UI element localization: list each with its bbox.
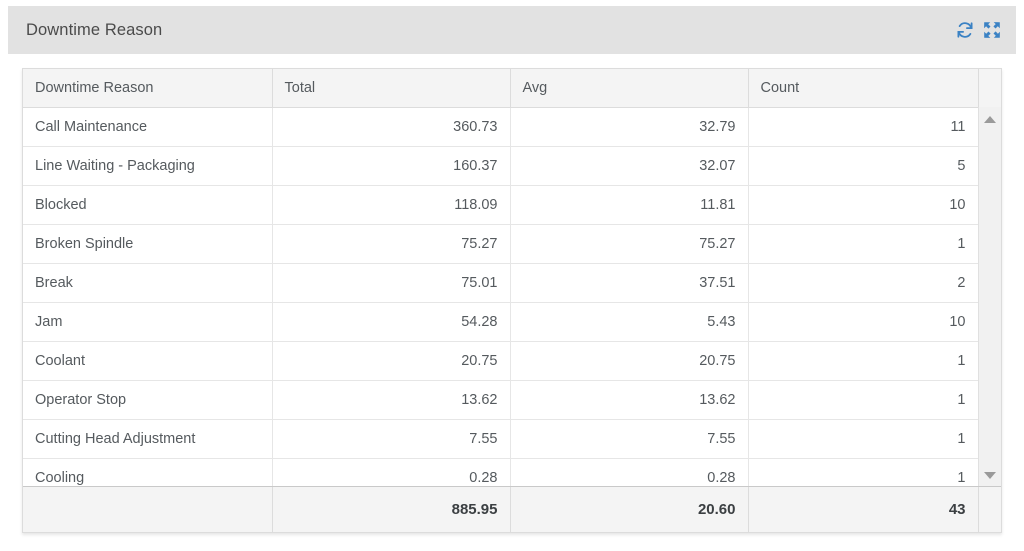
column-header-gutter bbox=[978, 69, 1001, 107]
cell-reason: Line Waiting - Packaging bbox=[23, 146, 272, 185]
table-row[interactable]: Broken Spindle75.2775.271 bbox=[23, 224, 1001, 263]
table-header-row: Downtime Reason Total Avg Count bbox=[23, 69, 1001, 107]
vertical-scrollbar[interactable] bbox=[978, 107, 1001, 487]
cell-total: 75.01 bbox=[272, 263, 510, 302]
panel-header: Downtime Reason bbox=[8, 6, 1016, 54]
cell-total: 20.75 bbox=[272, 341, 510, 380]
cell-reason: Break bbox=[23, 263, 272, 302]
scroll-up-arrow-icon[interactable] bbox=[979, 111, 1001, 127]
totals-gutter-cell bbox=[978, 487, 1001, 532]
cell-total: 54.28 bbox=[272, 302, 510, 341]
totals-row: 885.95 20.60 43 bbox=[23, 487, 1001, 532]
cell-reason: Coolant bbox=[23, 341, 272, 380]
total-sum-cell: 885.95 bbox=[272, 487, 510, 532]
table-row[interactable]: Cutting Head Adjustment7.557.551 bbox=[23, 419, 1001, 458]
table-row[interactable]: Jam54.285.4310 bbox=[23, 302, 1001, 341]
cell-avg: 20.75 bbox=[510, 341, 748, 380]
column-header-total[interactable]: Total bbox=[272, 69, 510, 107]
downtime-grid: Downtime Reason Total Avg Count Call Mai… bbox=[23, 69, 1001, 532]
cell-avg: 75.27 bbox=[510, 224, 748, 263]
table-row[interactable]: Coolant20.7520.751 bbox=[23, 341, 1001, 380]
cell-reason: Call Maintenance bbox=[23, 107, 272, 146]
cell-count: 10 bbox=[748, 302, 978, 341]
cell-total: 75.27 bbox=[272, 224, 510, 263]
page-title: Downtime Reason bbox=[26, 21, 162, 40]
table-row[interactable]: Call Maintenance360.7332.7911 bbox=[23, 107, 1001, 146]
scroll-down-arrow-icon[interactable] bbox=[979, 467, 1001, 483]
cell-avg: 37.51 bbox=[510, 263, 748, 302]
column-header-count[interactable]: Count bbox=[748, 69, 978, 107]
column-header-avg[interactable]: Avg bbox=[510, 69, 748, 107]
refresh-icon[interactable] bbox=[955, 20, 975, 40]
cell-reason: Operator Stop bbox=[23, 380, 272, 419]
cell-total: 118.09 bbox=[272, 185, 510, 224]
column-header-reason[interactable]: Downtime Reason bbox=[23, 69, 272, 107]
cell-count: 5 bbox=[748, 146, 978, 185]
cell-avg: 32.79 bbox=[510, 107, 748, 146]
cell-reason: Jam bbox=[23, 302, 272, 341]
cell-reason: Broken Spindle bbox=[23, 224, 272, 263]
table-body: Call Maintenance360.7332.7911Line Waitin… bbox=[23, 107, 1001, 497]
downtime-table: Downtime Reason Total Avg Count Call Mai… bbox=[23, 69, 1001, 498]
total-label-cell bbox=[23, 487, 272, 532]
cell-count: 1 bbox=[748, 419, 978, 458]
table-row[interactable]: Line Waiting - Packaging160.3732.075 bbox=[23, 146, 1001, 185]
cell-reason: Cutting Head Adjustment bbox=[23, 419, 272, 458]
cell-total: 160.37 bbox=[272, 146, 510, 185]
cell-avg: 7.55 bbox=[510, 419, 748, 458]
cell-avg: 13.62 bbox=[510, 380, 748, 419]
total-avg-cell: 20.60 bbox=[510, 487, 748, 532]
cell-total: 13.62 bbox=[272, 380, 510, 419]
cell-count: 1 bbox=[748, 224, 978, 263]
totals-table: 885.95 20.60 43 bbox=[23, 487, 1001, 532]
cell-total: 360.73 bbox=[272, 107, 510, 146]
table-row[interactable]: Operator Stop13.6213.621 bbox=[23, 380, 1001, 419]
cell-count: 10 bbox=[748, 185, 978, 224]
panel-header-actions bbox=[955, 20, 1002, 40]
downtime-table-container: Downtime Reason Total Avg Count Call Mai… bbox=[22, 68, 1002, 533]
cell-count: 1 bbox=[748, 380, 978, 419]
cell-avg: 32.07 bbox=[510, 146, 748, 185]
expand-icon[interactable] bbox=[982, 20, 1002, 40]
cell-count: 1 bbox=[748, 341, 978, 380]
table-header: Downtime Reason Total Avg Count bbox=[23, 69, 1001, 107]
cell-count: 11 bbox=[748, 107, 978, 146]
table-row[interactable]: Break75.0137.512 bbox=[23, 263, 1001, 302]
table-row[interactable]: Blocked118.0911.8110 bbox=[23, 185, 1001, 224]
table-footer: 885.95 20.60 43 bbox=[23, 486, 1001, 532]
cell-count: 2 bbox=[748, 263, 978, 302]
downtime-reason-panel: Downtime Reason bbox=[8, 6, 1016, 545]
cell-avg: 11.81 bbox=[510, 185, 748, 224]
cell-total: 7.55 bbox=[272, 419, 510, 458]
cell-reason: Blocked bbox=[23, 185, 272, 224]
total-count-cell: 43 bbox=[748, 487, 978, 532]
cell-avg: 5.43 bbox=[510, 302, 748, 341]
